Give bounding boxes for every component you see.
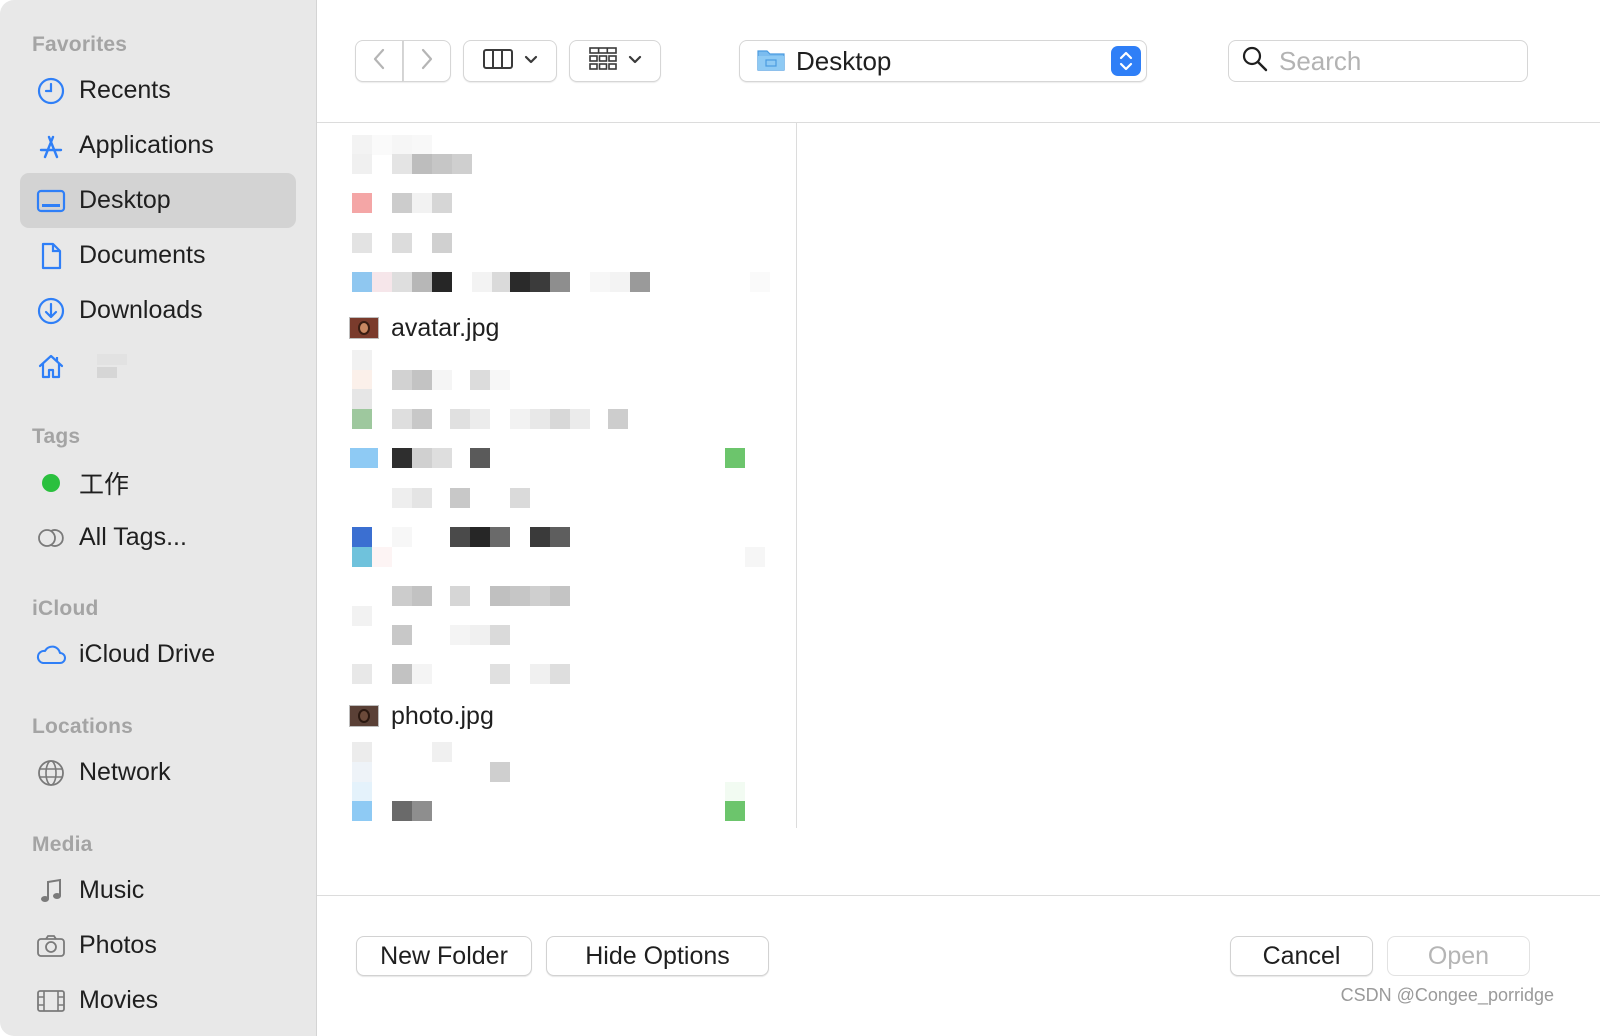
sidebar-item-label: All Tags...	[79, 523, 187, 551]
redacted-label	[97, 353, 127, 378]
file-column[interactable]: avatar.jpg photo.jpg	[317, 123, 797, 828]
media-header: Media	[32, 833, 93, 856]
camera-icon	[35, 930, 67, 962]
sidebar-item-label: Applications	[79, 131, 214, 159]
image-thumbnail-icon	[349, 317, 379, 339]
chevron-left-icon	[372, 47, 386, 76]
tags-header: Tags	[32, 425, 81, 448]
image-thumbnail-icon	[349, 705, 379, 727]
sidebar-item-icloud-drive[interactable]: iCloud Drive	[20, 627, 296, 682]
search-input[interactable]	[1277, 44, 1511, 78]
sidebar-item-label: iCloud Drive	[79, 640, 216, 668]
locations-header: Locations	[32, 715, 133, 738]
new-folder-button[interactable]: New Folder	[356, 936, 532, 976]
sidebar: Favorites Recents Applications Desktop D…	[0, 0, 317, 1036]
sidebar-item-label: Network	[79, 758, 171, 786]
cancel-button[interactable]: Cancel	[1230, 936, 1373, 976]
sidebar-item-label: Music	[79, 876, 145, 904]
sidebar-item-label: Downloads	[79, 296, 203, 324]
search-icon	[1241, 45, 1269, 78]
group-by-button[interactable]	[569, 40, 661, 82]
search-field[interactable]	[1228, 40, 1528, 82]
location-label: Desktop	[796, 45, 892, 76]
music-note-icon	[35, 875, 67, 907]
sidebar-item-music[interactable]: Music	[20, 863, 296, 918]
sidebar-item-desktop[interactable]: Desktop	[20, 173, 296, 228]
download-icon	[35, 295, 67, 327]
back-button[interactable]	[355, 40, 403, 82]
sidebar-item-label: Documents	[79, 241, 206, 269]
forward-button[interactable]	[403, 40, 451, 82]
sidebar-item-label: Recents	[79, 76, 171, 104]
sidebar-tag-work[interactable]: 工作	[20, 455, 296, 510]
hide-options-button[interactable]: Hide Options	[546, 936, 769, 976]
sidebar-item-label: Photos	[79, 931, 157, 959]
sidebar-item-applications[interactable]: Applications	[20, 118, 296, 173]
applications-icon	[35, 130, 67, 162]
home-icon	[35, 350, 67, 382]
globe-icon	[35, 757, 67, 789]
preview-pane	[797, 123, 1600, 828]
chevron-right-icon	[420, 47, 434, 76]
cloud-icon	[35, 639, 67, 671]
watermark-text: CSDN @Congee_porridge	[1340, 985, 1554, 1005]
document-icon	[35, 240, 67, 272]
sidebar-item-label: Movies	[79, 986, 159, 1014]
chevron-down-icon	[628, 52, 642, 70]
film-icon	[35, 985, 67, 1017]
sidebar-item-downloads[interactable]: Downloads	[20, 283, 296, 338]
sidebar-item-label: Desktop	[79, 186, 171, 214]
sidebar-item-movies[interactable]: Movies	[20, 973, 296, 1028]
file-row-photo[interactable]: photo.jpg	[349, 698, 494, 734]
options-area	[317, 829, 1600, 896]
toolbar: Desktop	[317, 0, 1600, 123]
columns-view-icon	[482, 47, 514, 76]
file-name: photo.jpg	[391, 701, 494, 730]
tags-icon	[35, 522, 67, 554]
sidebar-item-network[interactable]: Network	[20, 745, 296, 800]
sidebar-item-home[interactable]	[20, 338, 296, 393]
grid-icon	[588, 46, 618, 77]
sidebar-item-recents[interactable]: Recents	[20, 63, 296, 118]
favorites-header: Favorites	[32, 33, 128, 56]
sidebar-item-documents[interactable]: Documents	[20, 228, 296, 283]
file-name: avatar.jpg	[391, 313, 500, 342]
file-row-avatar[interactable]: avatar.jpg	[349, 310, 499, 346]
icloud-header: iCloud	[32, 597, 99, 620]
stepper-icon	[1111, 46, 1141, 76]
chevron-down-icon	[524, 52, 538, 70]
sidebar-item-photos[interactable]: Photos	[20, 918, 296, 973]
folder-icon	[756, 46, 786, 77]
tag-color-dot	[35, 467, 67, 499]
sidebar-all-tags[interactable]: All Tags...	[20, 510, 296, 565]
view-mode-button[interactable]	[463, 40, 557, 82]
clock-icon	[35, 75, 67, 107]
location-popup[interactable]: Desktop	[739, 40, 1147, 82]
sidebar-item-label: 工作	[79, 470, 130, 499]
open-button[interactable]: Open	[1387, 936, 1530, 976]
desktop-icon	[35, 185, 67, 217]
